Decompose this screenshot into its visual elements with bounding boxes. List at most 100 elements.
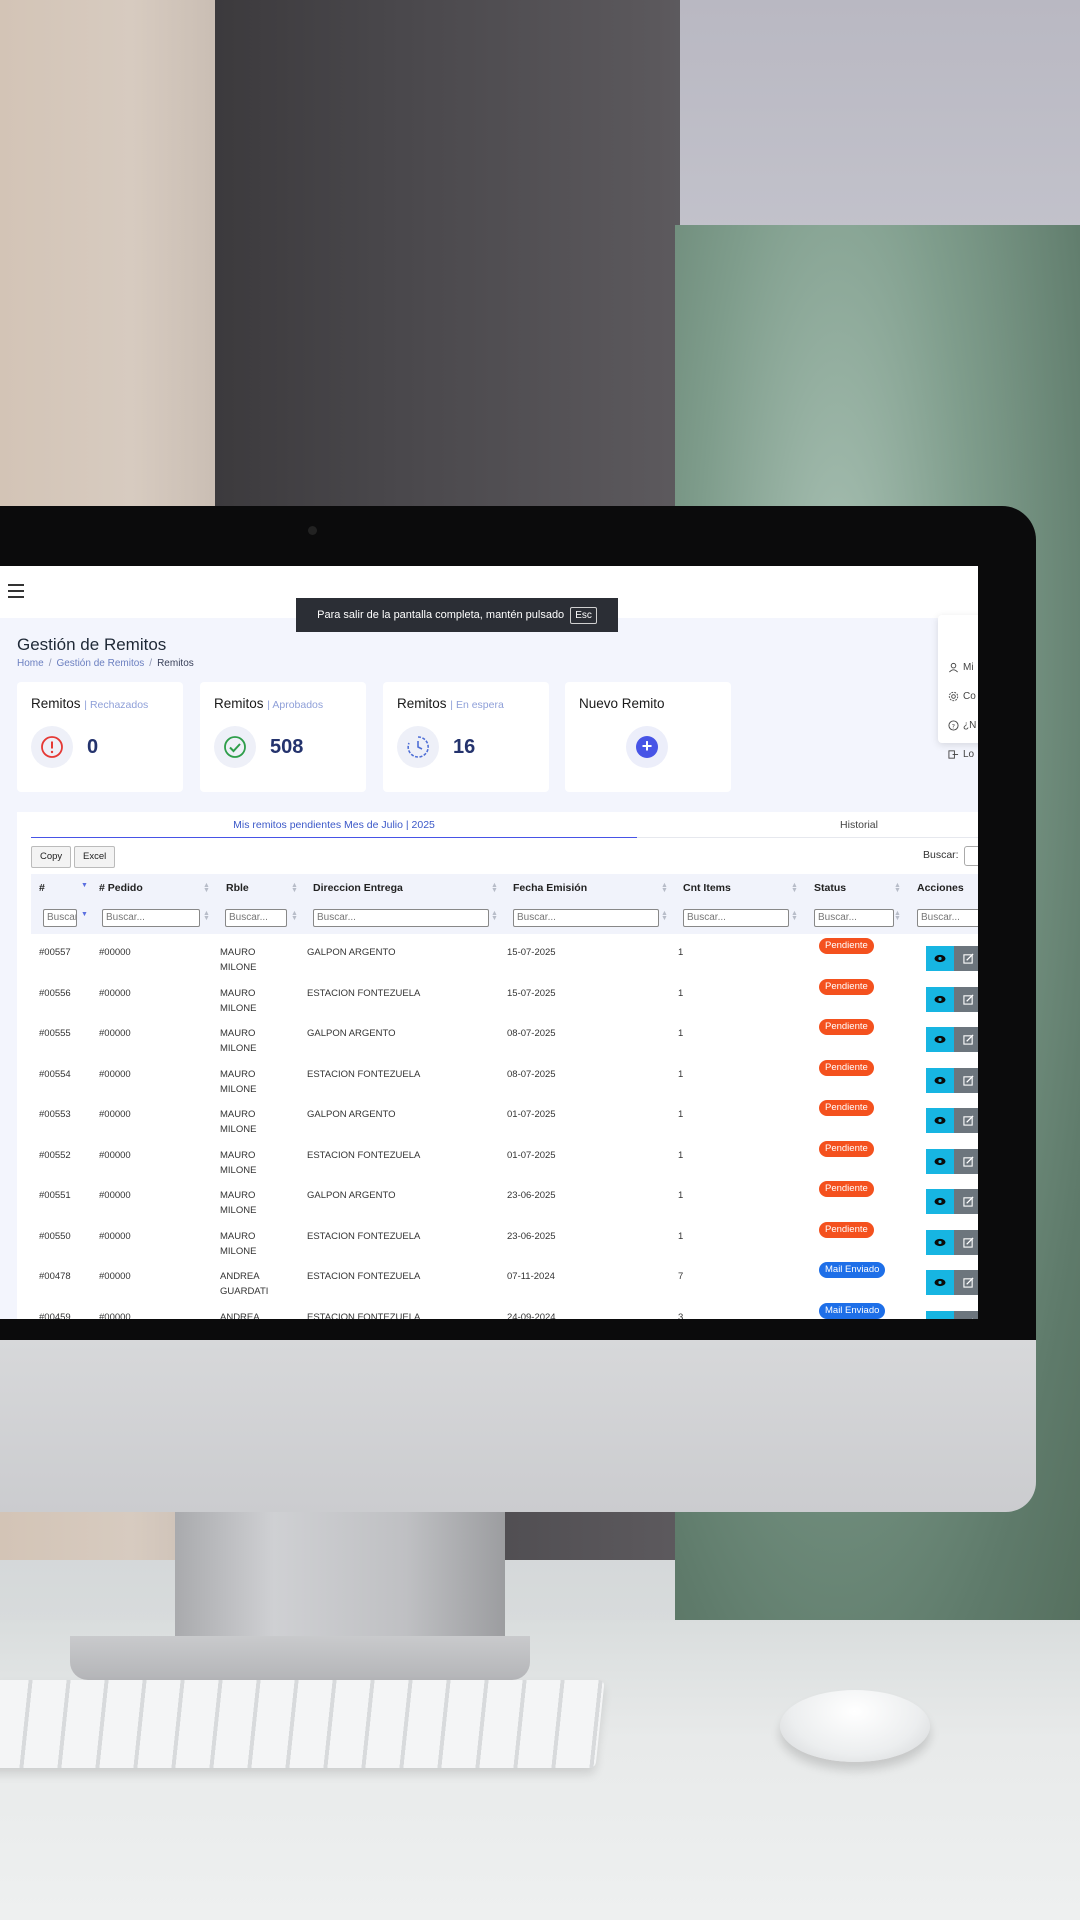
filter-input-acciones[interactable]: Buscar... xyxy=(917,909,978,927)
cell-rble-last: MILONE xyxy=(220,1205,257,1216)
column-header[interactable]: Fecha Emisión xyxy=(513,882,587,894)
cell-pedido: #00000 xyxy=(99,1230,131,1242)
view-button[interactable] xyxy=(926,946,954,971)
search-label: Buscar: xyxy=(923,849,959,861)
menu-item-label: Lo xyxy=(963,749,975,760)
column-header[interactable]: # xyxy=(39,882,45,894)
edit-button[interactable] xyxy=(954,1270,978,1295)
view-button[interactable] xyxy=(926,1270,954,1295)
cell-direccion: ESTACION FONTEZUELA xyxy=(307,987,421,999)
column-header[interactable]: Rble xyxy=(226,882,249,894)
cell-direccion: GALPON ARGENTO xyxy=(307,1109,396,1120)
filter-input-direccion[interactable]: Buscar... xyxy=(313,909,489,927)
tab-bar: Mis remitos pendientes Mes de Julio | 20… xyxy=(31,812,978,838)
column-header[interactable]: Direccion Entrega xyxy=(313,882,403,894)
sort-icon[interactable]: ▲ ▼ xyxy=(894,882,901,894)
edit-button[interactable] xyxy=(954,1148,978,1174)
tab-pendientes[interactable]: Mis remitos pendientes Mes de Julio | 20… xyxy=(31,812,637,838)
cell-fecha: 15-07-2025 xyxy=(507,947,556,958)
row-actions xyxy=(926,1270,978,1295)
cell-rble: MAURO MILONE xyxy=(220,1229,256,1259)
status-badge: Pendiente xyxy=(819,978,874,995)
add-remito-button[interactable]: + xyxy=(626,726,668,768)
user-icon xyxy=(949,662,958,673)
edit-button[interactable] xyxy=(954,1108,978,1133)
check-circle-icon xyxy=(214,726,256,768)
view-button[interactable] xyxy=(926,1067,954,1093)
card-subtitle: Rechazados xyxy=(89,699,149,711)
edit-button[interactable] xyxy=(954,1310,978,1319)
view-button[interactable] xyxy=(926,1229,954,1255)
edit-button[interactable] xyxy=(954,1229,978,1255)
card-title: Remitos xyxy=(397,696,447,711)
view-button[interactable] xyxy=(926,1189,954,1214)
edit-button[interactable] xyxy=(954,986,978,1012)
column-header[interactable]: Status xyxy=(814,882,846,894)
view-button[interactable] xyxy=(926,1148,954,1174)
cell-pedido: #00000 xyxy=(99,987,131,999)
edit-button[interactable] xyxy=(954,946,978,971)
search-input[interactable] xyxy=(964,846,978,866)
cell-rble: MAURO MILONE xyxy=(220,1067,256,1097)
cell-rble-last: MILONE xyxy=(220,962,257,973)
table-row: #00553 #00000 MAURO MILONE GALPON ARGENTO 01-… xyxy=(31,1100,978,1140)
edit-button[interactable] xyxy=(954,1067,978,1093)
sort-icon[interactable]: ▲ ▼ xyxy=(291,882,298,894)
edit-icon xyxy=(962,1074,974,1086)
view-button[interactable] xyxy=(926,1027,954,1052)
cell-items: 1 xyxy=(678,987,684,999)
sort-icon: ▲ ▼ xyxy=(491,910,498,922)
breadcrumb-home[interactable]: Home xyxy=(17,658,44,669)
breadcrumb-gestion[interactable]: Gestión de Remitos xyxy=(56,658,144,669)
status-badge: Pendiente xyxy=(819,1221,874,1238)
sort-icon[interactable]: ▲ ▼ xyxy=(491,882,498,894)
tab-historial[interactable]: Historial xyxy=(637,812,978,838)
cell-fecha: 08-07-2025 xyxy=(507,1068,556,1080)
table-row: #00557 #00000 MAURO MILONE GALPON ARGENTO 15-… xyxy=(31,938,978,978)
status-badge: Pendiente xyxy=(819,1181,874,1197)
cell-fecha: 23-06-2025 xyxy=(507,1230,556,1242)
menu-icon[interactable] xyxy=(8,584,24,598)
fullscreen-notice-text: Para salir de la pantalla completa, mant… xyxy=(317,609,565,621)
sort-icon[interactable]: ▲ ▼ xyxy=(203,882,210,894)
status-badge: Mail Enviado xyxy=(819,1262,886,1278)
sort-desc-icon[interactable]: ▼ xyxy=(81,882,88,889)
card-en-espera: Remitos | En espera 16 xyxy=(383,682,549,792)
filter-input-rble[interactable]: Buscar... xyxy=(225,909,287,927)
menu-item-profile[interactable]: Mi xyxy=(948,662,974,673)
sort-icon[interactable]: ▲ ▼ xyxy=(791,882,798,894)
cell-pedido: #00000 xyxy=(99,1149,131,1161)
menu-item-logout[interactable]: Lo xyxy=(948,749,974,760)
edit-button[interactable] xyxy=(954,1027,978,1052)
menu-item-help[interactable]: ? ¿N xyxy=(948,720,976,731)
sort-icon[interactable]: ▲ ▼ xyxy=(661,882,668,894)
table-row: #00555 #00000 MAURO MILONE GALPON ARGENTO 08-… xyxy=(31,1019,978,1059)
filter-input-id[interactable]: Buscar... xyxy=(43,909,77,927)
row-actions xyxy=(926,1189,978,1214)
filter-input-items[interactable]: Buscar... xyxy=(683,909,789,927)
copy-button[interactable]: Copy xyxy=(31,846,72,868)
cell-rble: ANDREA GUARDATI xyxy=(220,1269,268,1299)
filter-input-status[interactable]: Buscar... xyxy=(814,909,894,927)
eye-icon xyxy=(934,1116,946,1125)
column-header[interactable]: # Pedido xyxy=(99,882,143,894)
edit-icon xyxy=(962,993,974,1005)
view-button[interactable] xyxy=(926,1108,954,1133)
cell-rble-first: MAURO xyxy=(220,1230,256,1242)
breadcrumb-separator: / xyxy=(149,658,153,669)
column-header[interactable]: Cnt Items xyxy=(683,882,731,894)
edit-button[interactable] xyxy=(954,1189,978,1214)
filter-input-pedido[interactable]: Buscar... xyxy=(102,909,200,927)
view-button[interactable] xyxy=(926,986,954,1012)
filter-input-fecha[interactable]: Buscar... xyxy=(513,909,659,927)
cell-rble-first: MAURO xyxy=(220,947,256,958)
edit-icon xyxy=(962,1155,974,1167)
eye-icon xyxy=(934,1035,946,1044)
menu-item-settings[interactable]: Co xyxy=(948,691,976,702)
cell-items: 1 xyxy=(678,947,684,958)
excel-button[interactable]: Excel xyxy=(74,846,116,868)
view-button[interactable] xyxy=(926,1310,954,1319)
status-badge: Mail Enviado xyxy=(819,1302,886,1319)
cell-direccion: ESTACION FONTEZUELA xyxy=(307,1149,421,1161)
card-aprobados: Remitos | Aprobados 508 xyxy=(200,682,366,792)
